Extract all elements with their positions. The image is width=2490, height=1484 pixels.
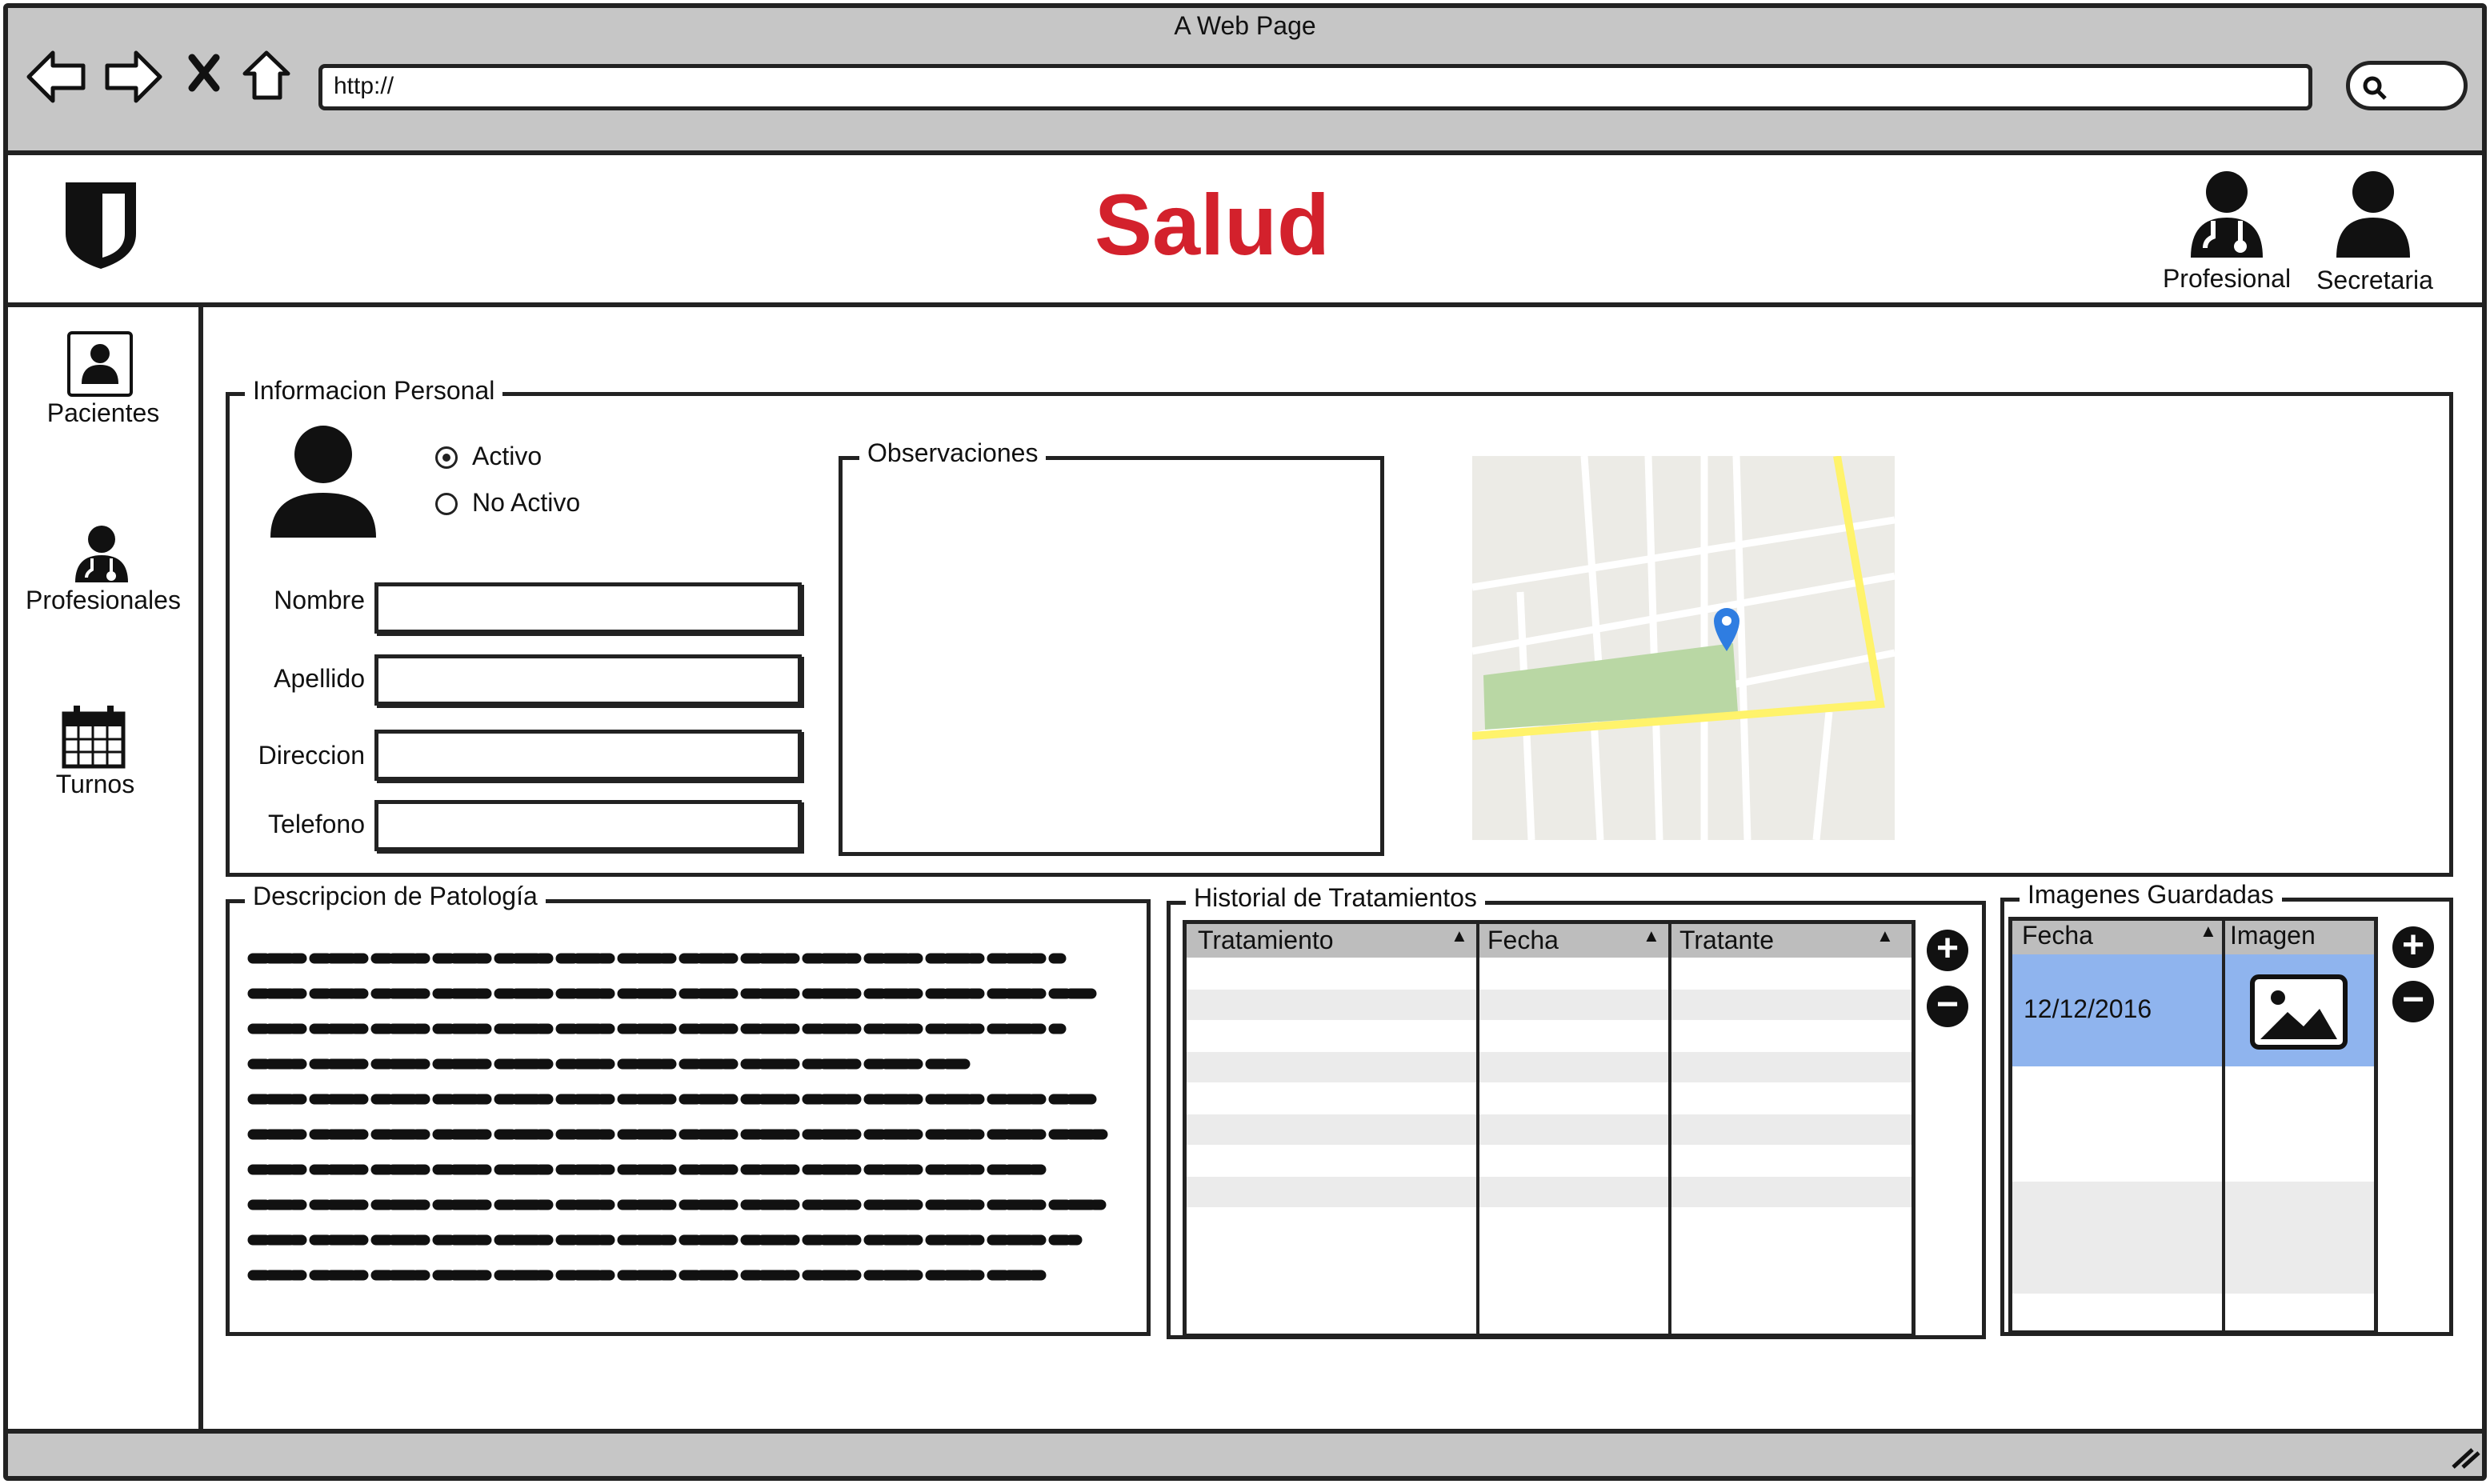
browser-frame: [3, 3, 2487, 1481]
